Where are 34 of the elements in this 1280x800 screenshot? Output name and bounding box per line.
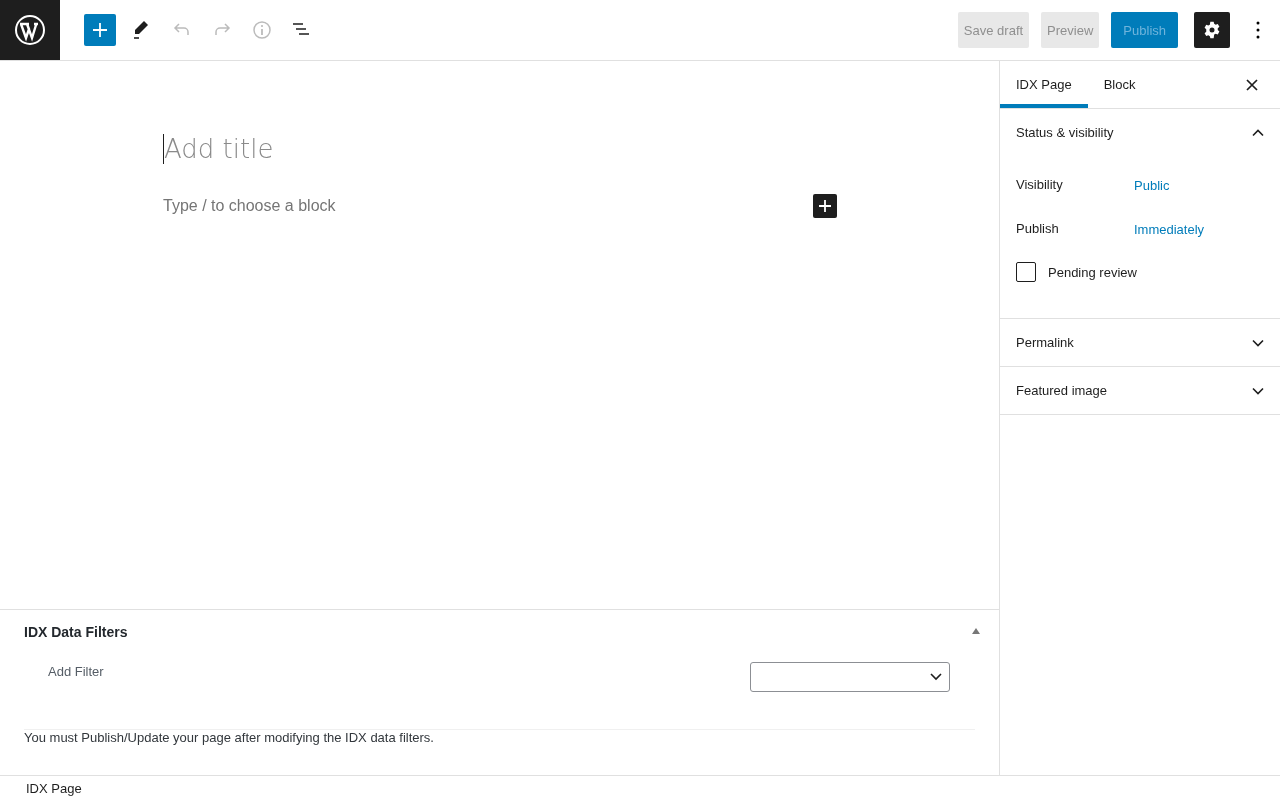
filter-select[interactable] xyxy=(750,662,950,692)
block-inserter-button[interactable] xyxy=(813,194,837,218)
close-icon xyxy=(1246,78,1258,91)
metabox-toggle[interactable] xyxy=(971,627,983,637)
filter-label: Add Filter xyxy=(48,664,104,679)
wordpress-logo-icon xyxy=(14,14,46,46)
plus-icon xyxy=(817,198,833,214)
panel-header[interactable]: Status & visibility xyxy=(1000,109,1280,156)
checkbox-label: Pending review xyxy=(1048,264,1137,280)
wordpress-logo[interactable] xyxy=(0,0,60,60)
breadcrumb[interactable]: IDX Page xyxy=(26,781,82,796)
checkbox[interactable] xyxy=(1016,262,1036,282)
panel-header[interactable]: Featured image xyxy=(1000,367,1280,414)
setting-link[interactable]: Immediately xyxy=(1134,221,1205,237)
block-placeholder[interactable]: Type / to choose a block xyxy=(163,197,336,215)
add-block-button[interactable] xyxy=(84,14,116,46)
setting-label: Publish xyxy=(1016,220,1060,236)
panel-header[interactable]: Permalink xyxy=(1000,319,1280,366)
notice-text: You must Publish/Update your page after modifying the IDX data filters. xyxy=(24,729,975,746)
triangle-icon xyxy=(971,627,981,635)
chevron-up-icon xyxy=(1252,128,1264,137)
chevron-down-icon xyxy=(1252,338,1264,347)
sidebar-tab[interactable]: IDX Page xyxy=(1000,61,1088,108)
info-icon xyxy=(250,18,274,42)
title-field[interactable]: Add title xyxy=(163,134,274,164)
metabox-title: IDX Data Filters xyxy=(24,624,128,640)
setting-label: Visibility xyxy=(1016,176,1064,192)
sidebar-tab[interactable]: Block xyxy=(1087,61,1152,108)
setting-link[interactable]: Public xyxy=(1134,177,1170,193)
chevron-down-icon xyxy=(929,672,943,682)
gear-icon xyxy=(1202,20,1222,40)
settings-button[interactable] xyxy=(1194,12,1230,48)
chevron-down-icon xyxy=(1252,386,1264,395)
more-icon xyxy=(1256,21,1260,39)
